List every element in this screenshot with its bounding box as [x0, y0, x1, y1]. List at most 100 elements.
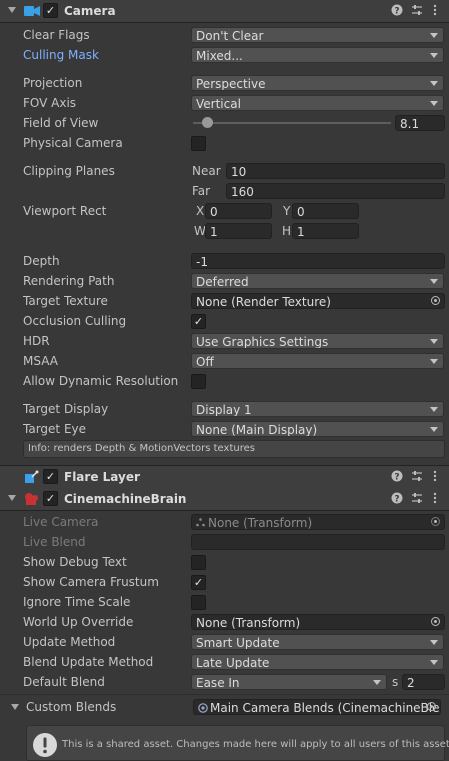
settings-sliders-icon[interactable]	[411, 492, 423, 504]
dropdown-arrow-icon	[430, 53, 438, 58]
help-icon[interactable]: ?	[391, 470, 403, 482]
depth-input[interactable]: -1	[191, 253, 445, 269]
fov-axis-dropdown[interactable]: Vertical	[191, 95, 444, 111]
show-debug-text-checkbox[interactable]	[191, 555, 206, 570]
live-camera-value: None (Transform)	[208, 516, 313, 530]
near-label: Near	[192, 164, 221, 178]
target-texture-field[interactable]: None (Render Texture)	[191, 293, 445, 309]
svg-text:?: ?	[394, 495, 399, 505]
kebab-menu-icon[interactable]	[429, 4, 441, 16]
ignore-time-scale-label: Ignore Time Scale	[23, 595, 131, 609]
target-eye-dropdown[interactable]: None (Main Display)	[191, 421, 444, 437]
target-eye-value: None (Main Display)	[196, 423, 318, 437]
blend-update-method-value: Late Update	[196, 656, 270, 670]
far-label: Far	[192, 184, 211, 198]
viewport-y-value: 0	[297, 205, 305, 219]
object-picker-icon[interactable]	[431, 617, 440, 626]
flare-layer-component-header[interactable]: ✓ Flare Layer ?	[0, 466, 449, 489]
viewport-w-value: 1	[210, 225, 218, 239]
update-method-value: Smart Update	[196, 636, 280, 650]
transform-icon	[196, 518, 205, 527]
viewport-x-input[interactable]: 0	[205, 203, 272, 219]
field-of-view-input[interactable]: 8.1	[395, 115, 445, 131]
kebab-menu-icon[interactable]	[429, 492, 441, 504]
camera-icon	[24, 6, 40, 16]
fov-axis-value: Vertical	[196, 97, 241, 111]
msaa-dropdown[interactable]: Off	[191, 353, 444, 369]
cinemachine-brain-enabled-checkbox[interactable]: ✓	[43, 491, 58, 506]
viewport-x-label: X	[196, 204, 205, 218]
show-camera-frustum-checkbox[interactable]: ✓	[191, 575, 206, 590]
culling-mask-dropdown[interactable]: Mixed...	[191, 47, 444, 63]
camera-enabled-checkbox[interactable]: ✓	[43, 3, 58, 18]
occlusion-culling-label: Occlusion Culling	[23, 314, 127, 328]
svg-text:?: ?	[394, 473, 399, 483]
object-picker-icon[interactable]	[431, 296, 440, 305]
projection-dropdown[interactable]: Perspective	[191, 75, 444, 91]
object-picker-icon[interactable]	[427, 702, 436, 711]
hdr-value: Use Graphics Settings	[196, 335, 329, 349]
rendering-path-dropdown[interactable]: Deferred	[191, 273, 444, 289]
info-text: Info: renders Depth & MotionVectors text…	[28, 443, 255, 454]
viewport-y-label: Y	[283, 204, 291, 218]
dropdown-arrow-icon	[430, 660, 438, 665]
update-method-dropdown[interactable]: Smart Update	[191, 634, 444, 650]
near-clip-input[interactable]: 10	[226, 163, 445, 179]
update-method-label: Update Method	[23, 635, 116, 649]
dropdown-arrow-icon	[430, 359, 438, 364]
world-up-override-field[interactable]: None (Transform)	[191, 614, 445, 630]
far-clip-input[interactable]: 160	[226, 183, 445, 199]
dropdown-arrow-icon	[430, 339, 438, 344]
cinemachine-icon	[25, 493, 38, 505]
component-title: Camera	[64, 4, 116, 18]
field-of-view-slider-thumb[interactable]	[202, 117, 214, 128]
hdr-dropdown[interactable]: Use Graphics Settings	[191, 333, 444, 349]
live-camera-field: None (Transform)	[191, 514, 445, 530]
rendering-path-value: Deferred	[196, 275, 249, 289]
field-of-view-slider-track[interactable]	[193, 122, 391, 124]
kebab-menu-icon[interactable]	[429, 470, 441, 482]
settings-sliders-icon[interactable]	[411, 4, 423, 16]
camera-component-header[interactable]: ✓ Camera ?	[0, 0, 449, 23]
target-display-label: Target Display	[23, 402, 109, 416]
projection-label: Projection	[23, 76, 83, 90]
field-of-view-value: 8.1	[400, 117, 420, 131]
far-clip-value: 160	[231, 185, 254, 199]
target-eye-label: Target Eye	[23, 422, 87, 436]
dropdown-arrow-icon	[430, 81, 438, 86]
default-blend-dropdown[interactable]: Ease In	[191, 674, 387, 690]
flare-layer-enabled-checkbox[interactable]: ✓	[43, 469, 58, 484]
svg-text:?: ?	[394, 7, 399, 17]
help-icon[interactable]: ?	[391, 4, 403, 16]
depth-label: Depth	[23, 254, 60, 268]
physical-camera-checkbox[interactable]	[191, 136, 206, 151]
viewport-h-input[interactable]: 1	[292, 223, 359, 239]
viewport-h-value: 1	[297, 225, 305, 239]
default-blend-seconds-value: 2	[407, 676, 415, 690]
viewport-rect-label: Viewport Rect	[23, 204, 107, 218]
occlusion-culling-checkbox[interactable]: ✓	[191, 314, 206, 329]
foldout-arrow-icon[interactable]	[8, 7, 16, 13]
target-display-dropdown[interactable]: Display 1	[191, 401, 444, 417]
custom-blends-value: Main Camera Blends (CinemachineBle	[210, 701, 440, 715]
help-icon[interactable]: ?	[391, 492, 403, 504]
physical-camera-label: Physical Camera	[23, 136, 123, 150]
dropdown-arrow-icon	[430, 101, 438, 106]
cinemachine-brain-component-header[interactable]: ✓ CinemachineBrain ?	[0, 488, 449, 511]
custom-blends-field[interactable]: Main Camera Blends (CinemachineBle	[193, 699, 441, 715]
viewport-h-label: H	[282, 224, 292, 238]
viewport-y-input[interactable]: 0	[292, 203, 359, 219]
dropdown-arrow-icon	[430, 640, 438, 645]
custom-blends-foldout-icon[interactable]	[11, 704, 19, 710]
viewport-w-input[interactable]: 1	[205, 223, 272, 239]
clear-flags-dropdown[interactable]: Don't Clear	[191, 27, 444, 43]
allow-dynamic-resolution-checkbox[interactable]	[191, 374, 206, 389]
settings-sliders-icon[interactable]	[411, 470, 423, 482]
ignore-time-scale-checkbox[interactable]	[191, 595, 206, 610]
blend-update-method-dropdown[interactable]: Late Update	[191, 654, 444, 670]
foldout-arrow-icon[interactable]	[8, 495, 16, 501]
live-blend-label: Live Blend	[23, 535, 86, 549]
target-texture-label: Target Texture	[23, 294, 108, 308]
default-blend-seconds-input[interactable]: 2	[402, 674, 445, 690]
near-clip-value: 10	[231, 165, 247, 179]
